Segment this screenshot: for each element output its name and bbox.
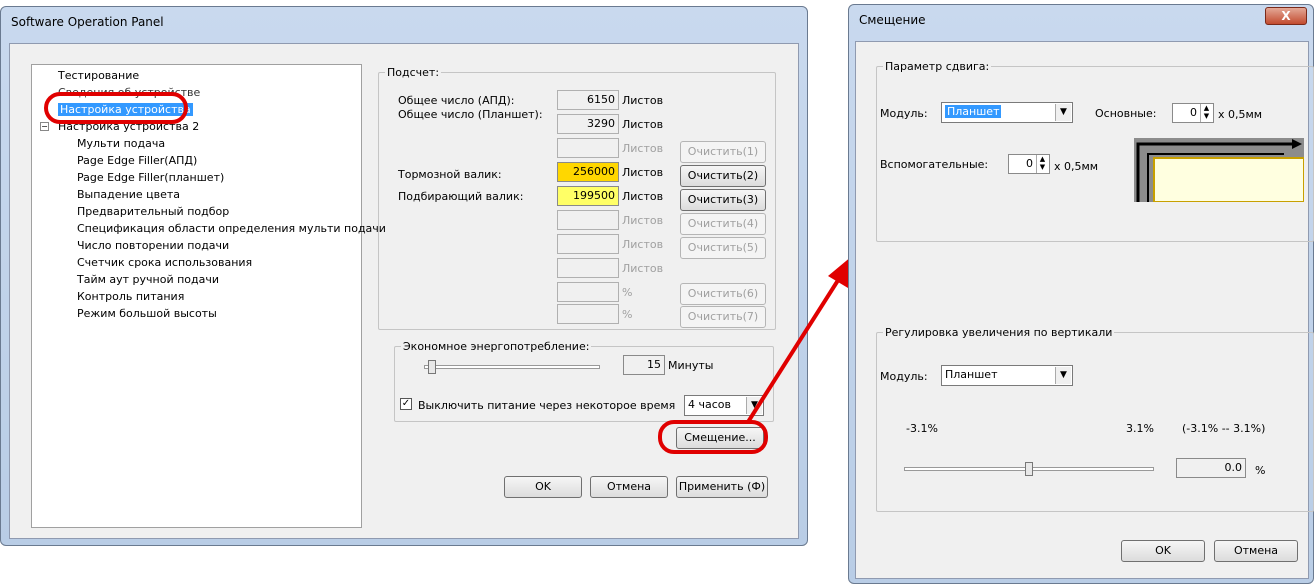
vertical-slider[interactable] [904,462,1154,476]
cancel-button[interactable]: Отмена [590,476,668,498]
slider-thumb[interactable] [1025,462,1033,476]
row3-unit: Листов [622,142,664,155]
slider-thumb[interactable] [428,360,436,374]
tree-item[interactable]: Режим большой высоты [77,307,217,320]
offset-preview-image [1134,138,1304,202]
row10-unit: % [622,308,633,321]
range-min: -3.1% [906,422,938,435]
total-adf-label: Общее число (АПД): [398,94,515,107]
spinner-icon[interactable]: ▲ ▼ [1200,104,1212,122]
tree-item[interactable]: Выпадение цвета [77,188,180,201]
range-hint: (-3.1% -- 3.1%) [1182,422,1266,435]
sub-spin[interactable]: 0 ▲ ▼ [1008,154,1050,174]
counter-field-8 [557,258,619,278]
vmodule-label: Модуль: [880,370,928,383]
power-minutes-value: 15 [623,355,665,375]
total-flatbed-label: Общее число (Планшет): [398,108,543,121]
total-flatbed-value: 3290 [557,114,619,134]
tree-item[interactable]: Счетчик срока использования [77,256,252,269]
settings-tree[interactable]: Тестирование Сведения об устройстве Наст… [31,64,386,528]
tree-item[interactable]: Тестирование [58,69,139,82]
clear-4-button[interactable]: Очистить(4) [680,213,766,235]
auto-off-checkbox[interactable]: ✓ [400,398,412,410]
main-spin[interactable]: 0 ▲ ▼ [1172,103,1214,123]
total-adf-unit: Листов [622,94,664,107]
row6-unit: Листов [622,214,664,227]
row8-unit: Листов [622,262,664,275]
total-flatbed-unit: Листов [622,118,664,131]
range-max: 3.1% [1126,422,1154,435]
vertical-value: 0.0 [1176,458,1246,478]
dialog-title: Смещение [859,13,926,27]
chevron-down-icon: ▼ [1055,367,1071,384]
counter-field-6 [557,210,619,230]
slider-track [424,365,600,369]
tree-item[interactable]: Page Edge Filler(планшет) [77,171,224,184]
red-arrow [746,256,852,424]
module-select-value: Планшет [945,105,1002,118]
counter-field-10 [557,304,619,324]
row7-unit: Листов [622,238,664,251]
power-slider[interactable] [424,360,600,374]
spinner-icon[interactable]: ▲ ▼ [1036,155,1048,173]
auto-off-label: Выключить питание через некоторое время [418,399,676,412]
pick-roller-unit: Листов [622,190,664,203]
vmodule-select-value: Планшет [945,368,998,381]
counter-group-label: Подсчет: [385,66,442,79]
brake-roller-value: 256000 [557,162,619,182]
main-unit: x 0,5мм [1218,108,1263,121]
vertical-group-label: Регулировка увеличения по вертикали [883,326,1115,339]
close-icon[interactable]: X [1265,7,1307,25]
apply-button[interactable]: Применить (Ф) [676,476,768,498]
tree-item[interactable]: Мульти подача [77,137,165,150]
dialog-cancel-button[interactable]: Отмена [1214,540,1298,562]
sub-value: 0 [1026,157,1033,170]
counter-field-7 [557,234,619,254]
chevron-down-icon: ▼ [1055,104,1071,121]
brake-roller-label: Тормозной валик: [398,168,502,181]
tree-item[interactable]: Число повторении подачи [77,239,229,252]
main-value: 0 [1190,106,1197,119]
sub-unit: x 0,5мм [1054,160,1099,173]
highlight-ring-tree [44,92,188,124]
total-adf-value: 6150 [557,90,619,110]
counter-field-1 [557,138,619,158]
row9-unit: % [622,286,633,299]
clear-2-button[interactable]: Очистить(2) [680,165,766,187]
pick-roller-value: 199500 [557,186,619,206]
tree-item[interactable]: Контроль питания [77,290,184,303]
tree-item[interactable]: Предварительный подбор [77,205,229,218]
sub-label: Вспомогательные: [880,158,989,171]
window-title: Software Operation Panel [11,15,164,29]
power-group-label: Экономное энергопотребление: [401,340,592,353]
tree-item[interactable]: Page Edge Filler(АПД) [77,154,197,167]
module-label: Модуль: [880,107,928,120]
vmodule-select[interactable]: Планшет ▼ [941,365,1073,386]
collapse-icon[interactable]: − [40,122,49,131]
shift-group-label: Параметр сдвига: [883,60,992,73]
ok-button[interactable]: OK [504,476,582,498]
counter-field-9 [557,282,619,302]
tree-item[interactable]: Спецификация области определения мульти … [77,222,386,235]
auto-off-select-value: 4 часов [688,398,731,411]
brake-roller-unit: Листов [622,166,664,179]
main-label: Основные: [1095,107,1157,120]
power-minutes-unit: Минуты [668,359,714,372]
module-select[interactable]: Планшет ▼ [941,102,1073,123]
dialog-ok-button[interactable]: OK [1121,540,1205,562]
tree-item[interactable]: Тайм аут ручной подачи [77,273,219,286]
clear-1-button[interactable]: Очистить(1) [680,141,766,163]
clear-3-button[interactable]: Очистить(3) [680,189,766,211]
vertical-unit: % [1255,464,1266,477]
pick-roller-label: Подбирающий валик: [398,190,524,203]
